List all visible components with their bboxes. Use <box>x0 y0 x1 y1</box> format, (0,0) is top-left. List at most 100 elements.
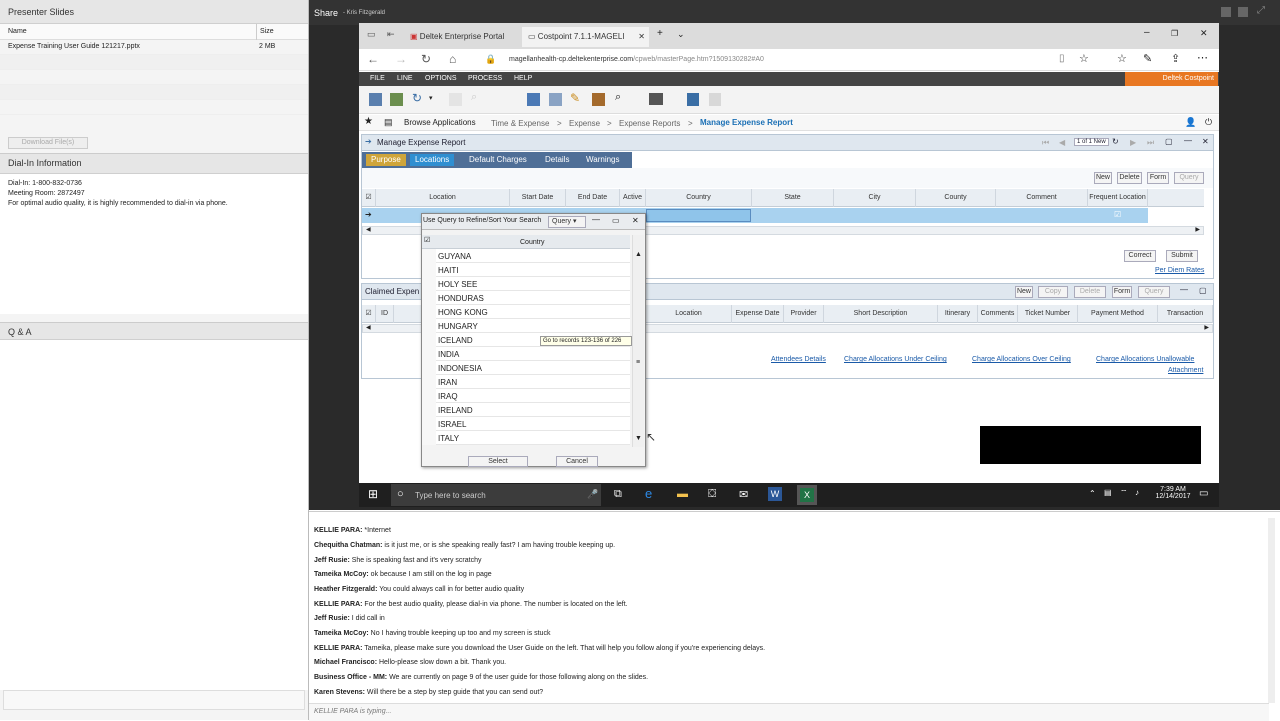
tab-costpoint[interactable]: ▭ Costpoint 7.1.1-MAGELI ✕ <box>522 27 649 47</box>
list-item[interactable]: HUNGARY <box>436 319 630 333</box>
menu-options[interactable]: OPTIONS <box>425 75 457 82</box>
browse-icon[interactable]: ▤ <box>384 117 393 128</box>
task-view-icon[interactable]: ⧉ <box>614 488 622 501</box>
attachment-link[interactable]: Attachment <box>1168 367 1203 374</box>
taskbar-search[interactable]: ○ Type here to search 🎤 <box>391 484 601 506</box>
menu-help[interactable]: HELP <box>514 75 532 82</box>
list-item[interactable]: HOLY SEE <box>436 277 630 291</box>
col-transaction[interactable]: Transaction <box>1158 305 1213 323</box>
list-item[interactable]: HONDURAS <box>436 291 630 305</box>
print-icon[interactable] <box>649 93 663 105</box>
col-ticket-number[interactable]: Ticket Number <box>1018 305 1078 323</box>
panel-minimize-icon[interactable]: — <box>1184 136 1192 145</box>
claimed-new-button[interactable]: New <box>1015 286 1033 298</box>
query-button[interactable]: Query <box>1174 172 1204 184</box>
list-item[interactable]: GUYANA <box>436 249 630 263</box>
tab-locations[interactable]: Locations <box>410 154 455 166</box>
popup-close-icon[interactable]: ✕ <box>632 216 639 225</box>
col-country[interactable]: Country <box>646 189 752 207</box>
back-tabs-icon[interactable]: ⇤ <box>387 29 395 40</box>
tab-warnings[interactable]: Warnings <box>581 154 625 166</box>
last-record-icon[interactable]: ⏭ <box>1147 138 1154 148</box>
close-window-icon[interactable]: ✕ <box>1200 28 1208 39</box>
scroll-down-icon[interactable]: ▼ <box>635 435 642 442</box>
back-icon[interactable]: ← <box>367 52 379 66</box>
minimize-icon[interactable]: – <box>1144 27 1150 38</box>
reading-view-icon[interactable]: ▯ <box>1059 53 1065 64</box>
popup-restore-icon[interactable]: ▭ <box>612 216 620 225</box>
submit-button[interactable]: Submit <box>1166 250 1198 262</box>
list-item[interactable]: IRAN <box>436 375 630 389</box>
home-icon[interactable]: ⌂ <box>449 52 456 66</box>
popup-country-header[interactable]: Country <box>520 239 545 246</box>
clipboard-icon[interactable] <box>709 93 721 106</box>
claimed-copy-button[interactable]: Copy <box>1038 286 1068 298</box>
crumb-expense[interactable]: Expense <box>569 119 600 128</box>
col-location[interactable]: Location <box>376 189 510 207</box>
link-icon[interactable] <box>687 93 699 106</box>
fullscreen-icon[interactable]: ⤢ <box>1257 5 1265 16</box>
new-button[interactable]: New <box>1094 172 1112 184</box>
col-expense-date[interactable]: Expense Date <box>732 305 784 323</box>
maximize-icon[interactable] <box>1238 7 1248 17</box>
panel-restore-icon[interactable]: ▢ <box>1165 137 1173 146</box>
reload-icon[interactable]: ↻ <box>1112 137 1119 146</box>
tab-menu-icon[interactable]: ⌄ <box>677 29 685 40</box>
popup-minimize-icon[interactable]: — <box>592 215 600 224</box>
over-ceiling-link[interactable]: Charge Allocations Over Ceiling <box>972 356 1071 363</box>
claimed-minimize-icon[interactable]: — <box>1180 285 1188 294</box>
correct-button[interactable]: Correct <box>1124 250 1156 262</box>
per-diem-link[interactable]: Per Diem Rates <box>1155 267 1204 274</box>
claimed-query-button[interactable]: Query <box>1138 286 1170 298</box>
under-ceiling-link[interactable]: Charge Allocations Under Ceiling <box>844 356 947 363</box>
frequent-checkbox[interactable]: ☑ <box>1114 210 1121 219</box>
save-icon[interactable] <box>369 93 382 106</box>
save-continue-icon[interactable] <box>390 93 403 106</box>
col-active[interactable]: Active <box>620 189 646 207</box>
tray-wifi-icon[interactable]: ⌔ <box>1120 488 1128 498</box>
list-item[interactable]: ISRAEL <box>436 417 630 431</box>
mic-icon[interactable]: 🎤 <box>587 489 598 500</box>
list-item[interactable]: INDONESIA <box>436 361 630 375</box>
dropdown-icon[interactable]: ▾ <box>429 94 433 102</box>
select-button[interactable]: Select <box>468 456 528 467</box>
col-comments[interactable]: Comments <box>978 305 1018 323</box>
popup-select-all[interactable]: ☑ <box>424 236 430 244</box>
menu-file[interactable]: FILE <box>370 75 385 82</box>
menu-line[interactable]: LINE <box>397 75 413 82</box>
list-item[interactable]: ITALY <box>436 431 630 445</box>
scroll-up-icon[interactable]: ▲ <box>635 251 642 258</box>
close-tab-icon[interactable]: ✕ <box>638 32 645 41</box>
pen-icon[interactable]: ✎ <box>1143 52 1152 65</box>
tools-icon[interactable] <box>592 93 605 106</box>
scroll-thumb-icon[interactable]: ≡ <box>636 359 640 366</box>
list-item[interactable]: HAITI <box>436 263 630 277</box>
url-field[interactable]: magellanhealth-cp.deltekenterprise.com/c… <box>509 56 764 63</box>
refresh-data-icon[interactable]: ↻ <box>412 91 422 105</box>
col-county[interactable]: County <box>916 189 996 207</box>
user-icon[interactable]: 👤 <box>1185 117 1196 128</box>
qa-input[interactable] <box>3 690 305 710</box>
word-icon[interactable]: W <box>768 487 782 501</box>
tray-volume-icon[interactable]: ♪ <box>1135 488 1139 497</box>
col-city[interactable]: City <box>834 189 916 207</box>
tab-portal[interactable]: ▣ Deltek Enterprise Portal <box>404 27 519 47</box>
tab-purpose[interactable]: Purpose <box>366 154 406 166</box>
prev-record-icon[interactable]: ◀ <box>1059 138 1065 147</box>
form-button[interactable]: Form <box>1147 172 1169 184</box>
col-payment-method[interactable]: Payment Method <box>1078 305 1158 323</box>
file-explorer-icon[interactable]: ▬ <box>677 488 688 500</box>
attendees-details-link[interactable]: Attendees Details <box>771 356 826 363</box>
col-start-date[interactable]: Start Date <box>510 189 566 207</box>
refresh-icon[interactable]: ↻ <box>421 52 431 66</box>
notifications-icon[interactable]: ▭ <box>1199 488 1208 499</box>
query-dropdown[interactable]: Query ▾ <box>548 216 586 228</box>
col-comment[interactable]: Comment <box>996 189 1088 207</box>
edge-icon[interactable]: e <box>645 486 652 501</box>
excel-icon[interactable]: X <box>797 485 817 505</box>
store-icon[interactable]: ⛋ <box>708 488 716 501</box>
unallowable-link[interactable]: Charge Allocations Unallowable <box>1096 356 1194 363</box>
windows-start-icon[interactable]: ⊞ <box>368 487 378 501</box>
more-icon[interactable]: ⋯ <box>1197 51 1208 64</box>
tray-network-icon[interactable]: ▤ <box>1104 488 1112 497</box>
